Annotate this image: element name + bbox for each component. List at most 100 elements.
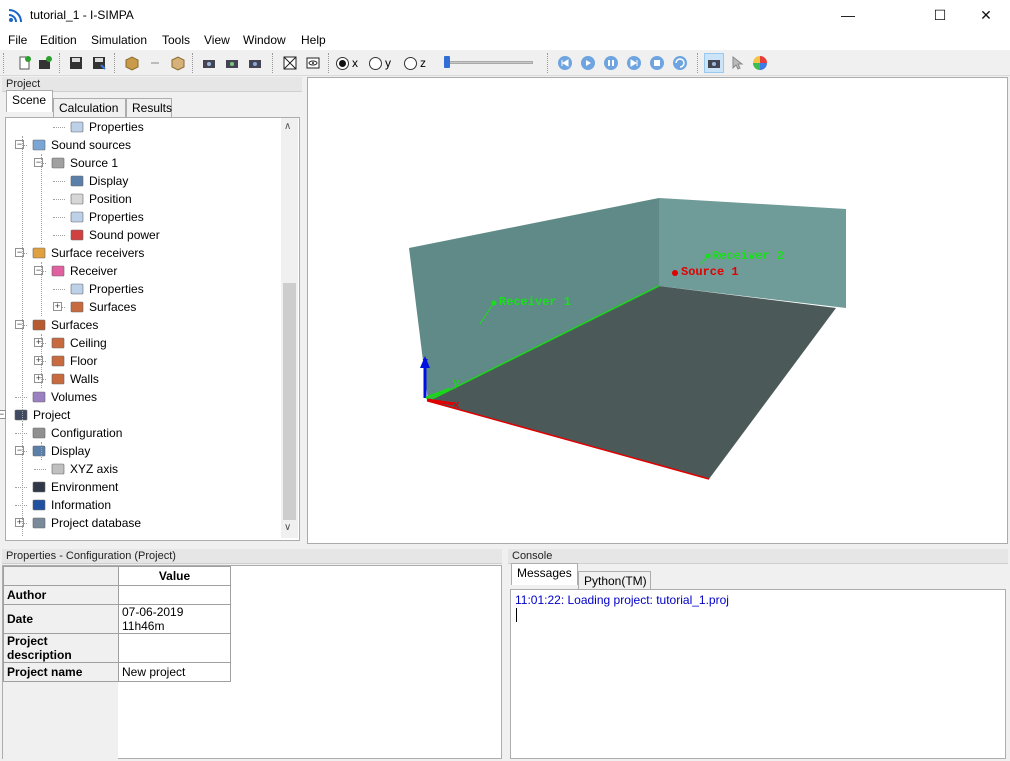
tree-item[interactable]: Walls	[50, 370, 99, 388]
save-as-icon[interactable]	[89, 53, 109, 73]
tree-item[interactable]: Sound sources	[31, 136, 131, 154]
menu-help[interactable]: Help	[301, 33, 326, 47]
tab-messages[interactable]: Messages	[511, 563, 578, 585]
receiver-1-label[interactable]: Receiver 1	[499, 295, 571, 309]
tree-connector-line	[53, 199, 65, 200]
tree-item[interactable]: XYZ axis	[50, 460, 118, 478]
tab-results[interactable]: Results	[126, 98, 172, 118]
property-value-project-name[interactable]: New project	[118, 662, 231, 682]
tree-item[interactable]: Properties	[69, 208, 144, 226]
tree-item[interactable]: Properties	[69, 280, 144, 298]
properties-pane: Value Author Date 07-06-2019 11h46m Proj…	[2, 565, 502, 760]
tree-item-label: Display	[51, 444, 91, 458]
tree-collapse-icon[interactable]: −	[0, 410, 6, 419]
menu-bar: File Edition Simulation Tools View Windo…	[0, 30, 1010, 50]
tree-scrollbar-thumb[interactable]	[283, 283, 296, 520]
property-value-description[interactable]	[118, 633, 231, 663]
source-1-point[interactable]	[672, 270, 678, 276]
cut-plane-slider-thumb[interactable]	[444, 56, 450, 68]
console-caret	[516, 608, 517, 622]
wireframe-toggle-icon[interactable]	[280, 53, 300, 73]
radio-y-indicator[interactable]	[369, 56, 382, 70]
animation-last-icon[interactable]	[624, 53, 644, 73]
tree-guide-line	[41, 442, 42, 460]
tree-item[interactable]: Position	[69, 190, 132, 208]
toolbar-grip[interactable]	[3, 53, 6, 73]
new-project-icon[interactable]	[15, 53, 35, 73]
receiver-1-point[interactable]	[491, 300, 497, 306]
menu-tools[interactable]: Tools	[162, 33, 190, 47]
scroll-down-arrow-icon[interactable]: ∨	[284, 522, 291, 533]
color-palette-icon[interactable]	[750, 53, 770, 73]
bar-chart-icon	[69, 227, 85, 243]
scroll-up-arrow-icon[interactable]: ∧	[284, 121, 291, 132]
axis-y-radio[interactable]: y	[369, 55, 391, 71]
tree-item[interactable]: Floor	[50, 352, 97, 370]
visibility-eye-icon[interactable]	[303, 53, 323, 73]
camera-rotate-icon[interactable]	[222, 53, 242, 73]
tree-item[interactable]: Surfaces	[31, 316, 98, 334]
tree-item[interactable]: Sound power	[69, 226, 160, 244]
properties-table: Value Author Date 07-06-2019 11h46m Proj…	[3, 566, 231, 682]
animation-pause-icon[interactable]	[601, 53, 621, 73]
radio-x-indicator[interactable]	[336, 56, 349, 70]
tree-item[interactable]: Surface receivers	[31, 244, 144, 262]
animation-loop-icon[interactable]	[670, 53, 690, 73]
animation-stop-icon[interactable]	[647, 53, 667, 73]
value-column-header[interactable]: Value	[118, 566, 231, 586]
tab-scene[interactable]: Scene	[6, 90, 53, 112]
radio-z-indicator[interactable]	[404, 56, 417, 70]
export-scene-icon[interactable]	[168, 53, 188, 73]
tab-calculation[interactable]: Calculation	[53, 98, 126, 118]
animation-play-icon[interactable]	[578, 53, 598, 73]
source-1-label[interactable]: Source 1	[681, 265, 739, 279]
property-value-author[interactable]	[118, 585, 231, 605]
receiver-2-point[interactable]	[705, 253, 711, 259]
maximize-button[interactable]: ☐	[917, 0, 963, 30]
menu-edition[interactable]: Edition	[40, 33, 77, 47]
menu-simulation[interactable]: Simulation	[91, 33, 147, 47]
tree-item[interactable]: Properties	[69, 118, 144, 136]
tree-item-label: Information	[51, 498, 112, 512]
animation-first-icon[interactable]	[555, 53, 575, 73]
receiver-2-label[interactable]: Receiver 2	[712, 249, 784, 263]
property-value-date[interactable]: 07-06-2019 11h46m	[118, 604, 231, 634]
close-button[interactable]: ✕	[963, 0, 1009, 30]
menu-window[interactable]: Window	[243, 33, 286, 47]
tab-python[interactable]: Python(TM)	[578, 571, 651, 591]
tree-item-label: Properties	[89, 120, 144, 134]
scene-svg[interactable]: z y x Receiver 1 Receiver 2 Source 1	[308, 78, 1009, 545]
camera-reset-icon[interactable]	[245, 53, 265, 73]
axis-z-label: z	[420, 56, 426, 70]
properties-icon	[69, 281, 85, 297]
3d-viewport[interactable]: z y x Receiver 1 Receiver 2 Source 1	[307, 77, 1008, 544]
tree-item[interactable]: Display	[31, 442, 90, 460]
axis-x-radio[interactable]: x	[336, 55, 358, 71]
tree-expand-icon[interactable]: +	[53, 302, 62, 311]
tree-item[interactable]: Source 1	[50, 154, 118, 172]
tree-item-label: Project	[33, 408, 71, 422]
tree-item[interactable]: Information	[31, 496, 111, 514]
menu-view[interactable]: View	[204, 33, 230, 47]
tree-item[interactable]: Receiver	[50, 262, 117, 280]
camera-view-icon[interactable]	[199, 53, 219, 73]
minimize-button[interactable]: —	[825, 0, 871, 30]
axis-z-radio[interactable]: z	[404, 55, 426, 71]
console-output[interactable]: 11:01:22: Loading project: tutorial_1.pr…	[510, 589, 1006, 759]
surface-icon	[69, 299, 85, 315]
tree-item[interactable]: Environment	[31, 478, 118, 496]
tree-item[interactable]: Configuration	[31, 424, 122, 442]
open-project-icon[interactable]	[35, 53, 55, 73]
pointer-select-icon[interactable]	[727, 53, 747, 73]
import-scene-icon[interactable]	[122, 53, 142, 73]
tree-item[interactable]: Display	[69, 172, 128, 190]
save-icon[interactable]	[66, 53, 86, 73]
tree-item[interactable]: Volumes	[31, 388, 97, 406]
tree-item[interactable]: Ceiling	[50, 334, 107, 352]
property-name-author: Author	[3, 585, 119, 605]
camera-mode-icon[interactable]	[704, 53, 724, 73]
menu-file[interactable]: File	[8, 33, 27, 47]
tree-item[interactable]: Project database	[31, 514, 141, 532]
cut-plane-slider-track[interactable]	[447, 61, 533, 64]
tree-item[interactable]: Surfaces	[69, 298, 136, 316]
